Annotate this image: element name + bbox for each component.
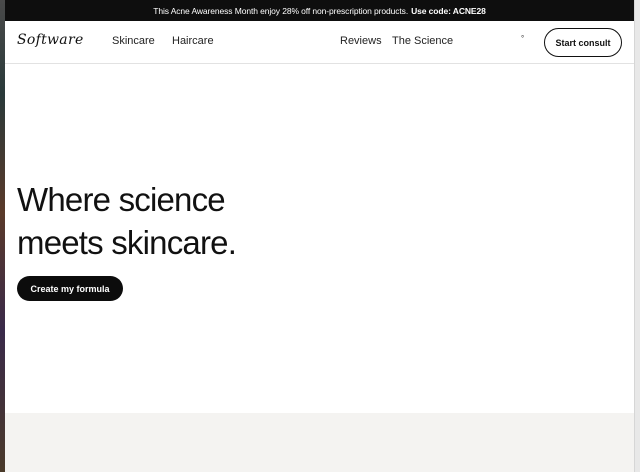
nav-link-haircare[interactable]: Haircare — [172, 35, 214, 47]
site-header: Software Skincare Haircare Reviews The S… — [5, 21, 634, 64]
browser-page: This Acne Awareness Month enjoy 28% off … — [5, 0, 634, 472]
hero-title-line-2: meets skincare. — [17, 224, 237, 261]
nav-link-the-science[interactable]: The Science — [392, 35, 453, 47]
hero-title: Where science meets skincare. — [17, 178, 237, 264]
hero-section: Where science meets skincare. Create my … — [5, 64, 634, 413]
next-section-band — [5, 413, 634, 472]
nav-link-reviews[interactable]: Reviews — [340, 35, 382, 47]
create-formula-button[interactable]: Create my formula — [17, 276, 123, 301]
promo-text: This Acne Awareness Month enjoy 28% off … — [153, 5, 409, 16]
account-marker[interactable]: ° — [521, 34, 524, 43]
promo-code: Use code: ACNE28 — [411, 5, 486, 16]
nav-link-skincare[interactable]: Skincare — [112, 35, 155, 47]
scrollbar[interactable] — [634, 0, 640, 472]
hero-title-line-1: Where science — [17, 181, 226, 218]
start-consult-button[interactable]: Start consult — [544, 28, 622, 57]
promo-banner: This Acne Awareness Month enjoy 28% off … — [5, 0, 634, 21]
brand-logo[interactable]: Software — [17, 32, 84, 48]
